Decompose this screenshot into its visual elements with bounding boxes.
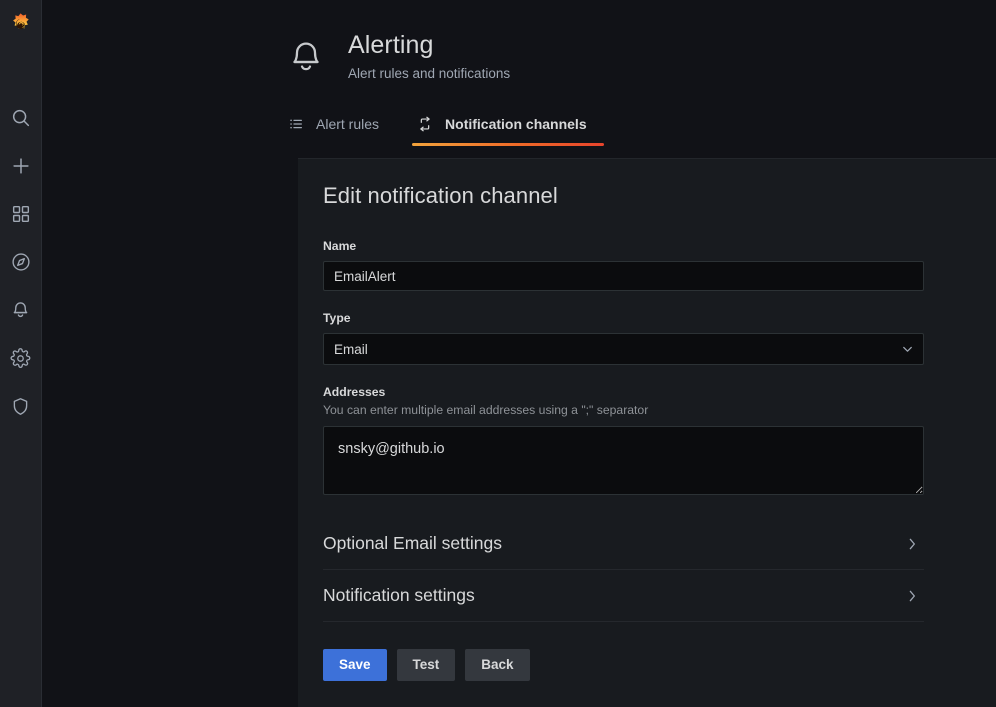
type-select[interactable]: Email — [323, 333, 924, 365]
tab-alert-rules[interactable]: Alert rules — [283, 105, 396, 143]
tab-label: Alert rules — [316, 116, 379, 133]
tab-label: Notification channels — [445, 116, 587, 133]
main-sidebar — [0, 0, 42, 707]
main-content-area: Alerting Alert rules and notifications — [42, 0, 996, 707]
sidebar-nav-list — [0, 94, 42, 430]
bell-icon — [283, 35, 329, 81]
section-optional-email-settings[interactable]: Optional Email settings — [323, 518, 924, 570]
plus-icon — [10, 155, 32, 177]
list-icon — [287, 115, 305, 133]
page-header: Alerting Alert rules and notifications — [42, 0, 996, 82]
chevron-right-icon — [904, 536, 920, 552]
tab-bar: Alert rules Notification channels — [42, 103, 996, 143]
type-selected-value: Email — [334, 342, 368, 357]
field-addresses: Addresses You can enter multiple email a… — [323, 385, 923, 495]
gear-icon — [10, 348, 31, 369]
type-select-wrapper: Email — [323, 333, 924, 365]
addresses-label: Addresses — [323, 385, 923, 400]
sidebar-item-explore[interactable] — [0, 238, 42, 286]
header-text-block: Alerting Alert rules and notifications — [348, 30, 510, 82]
addresses-description: You can enter multiple email addresses u… — [323, 403, 923, 418]
name-label: Name — [323, 239, 923, 254]
section-title: Notification settings — [323, 585, 475, 606]
page-title: Alerting — [348, 30, 510, 60]
grafana-logo[interactable] — [0, 4, 42, 46]
form-actions: Save Test Back — [323, 649, 923, 681]
sidebar-item-search[interactable] — [0, 94, 42, 142]
sidebar-item-dashboards[interactable] — [0, 190, 42, 238]
bell-icon — [10, 300, 31, 321]
field-type: Type Email — [323, 311, 923, 365]
compass-icon — [10, 251, 32, 273]
save-button[interactable]: Save — [323, 649, 387, 681]
name-input[interactable] — [323, 261, 924, 291]
sidebar-item-alerting[interactable] — [0, 286, 42, 334]
chevron-right-icon — [904, 588, 920, 604]
section-title: Optional Email settings — [323, 533, 502, 554]
search-icon — [10, 107, 32, 129]
form-title: Edit notification channel — [323, 183, 923, 209]
sidebar-item-configuration[interactable] — [0, 334, 42, 382]
section-notification-settings[interactable]: Notification settings — [323, 570, 924, 622]
type-label: Type — [323, 311, 923, 326]
tab-notification-channels[interactable]: Notification channels — [412, 105, 604, 143]
sidebar-item-create[interactable] — [0, 142, 42, 190]
sidebar-item-server-admin[interactable] — [0, 382, 42, 430]
page-subtitle: Alert rules and notifications — [348, 65, 510, 82]
shield-icon — [10, 396, 31, 417]
exchange-icon — [416, 115, 434, 133]
addresses-textarea[interactable] — [323, 426, 924, 495]
edit-notification-channel-form: Edit notification channel Name Type Emai… — [298, 183, 948, 681]
collapsible-sections: Optional Email settings Notification set… — [323, 518, 923, 622]
grafana-app: Alerting Alert rules and notifications — [0, 0, 996, 707]
test-button[interactable]: Test — [397, 649, 456, 681]
back-button[interactable]: Back — [465, 649, 529, 681]
field-name: Name — [323, 239, 923, 291]
content-panel: Edit notification channel Name Type Emai… — [298, 158, 996, 707]
dashboards-icon — [11, 204, 31, 224]
